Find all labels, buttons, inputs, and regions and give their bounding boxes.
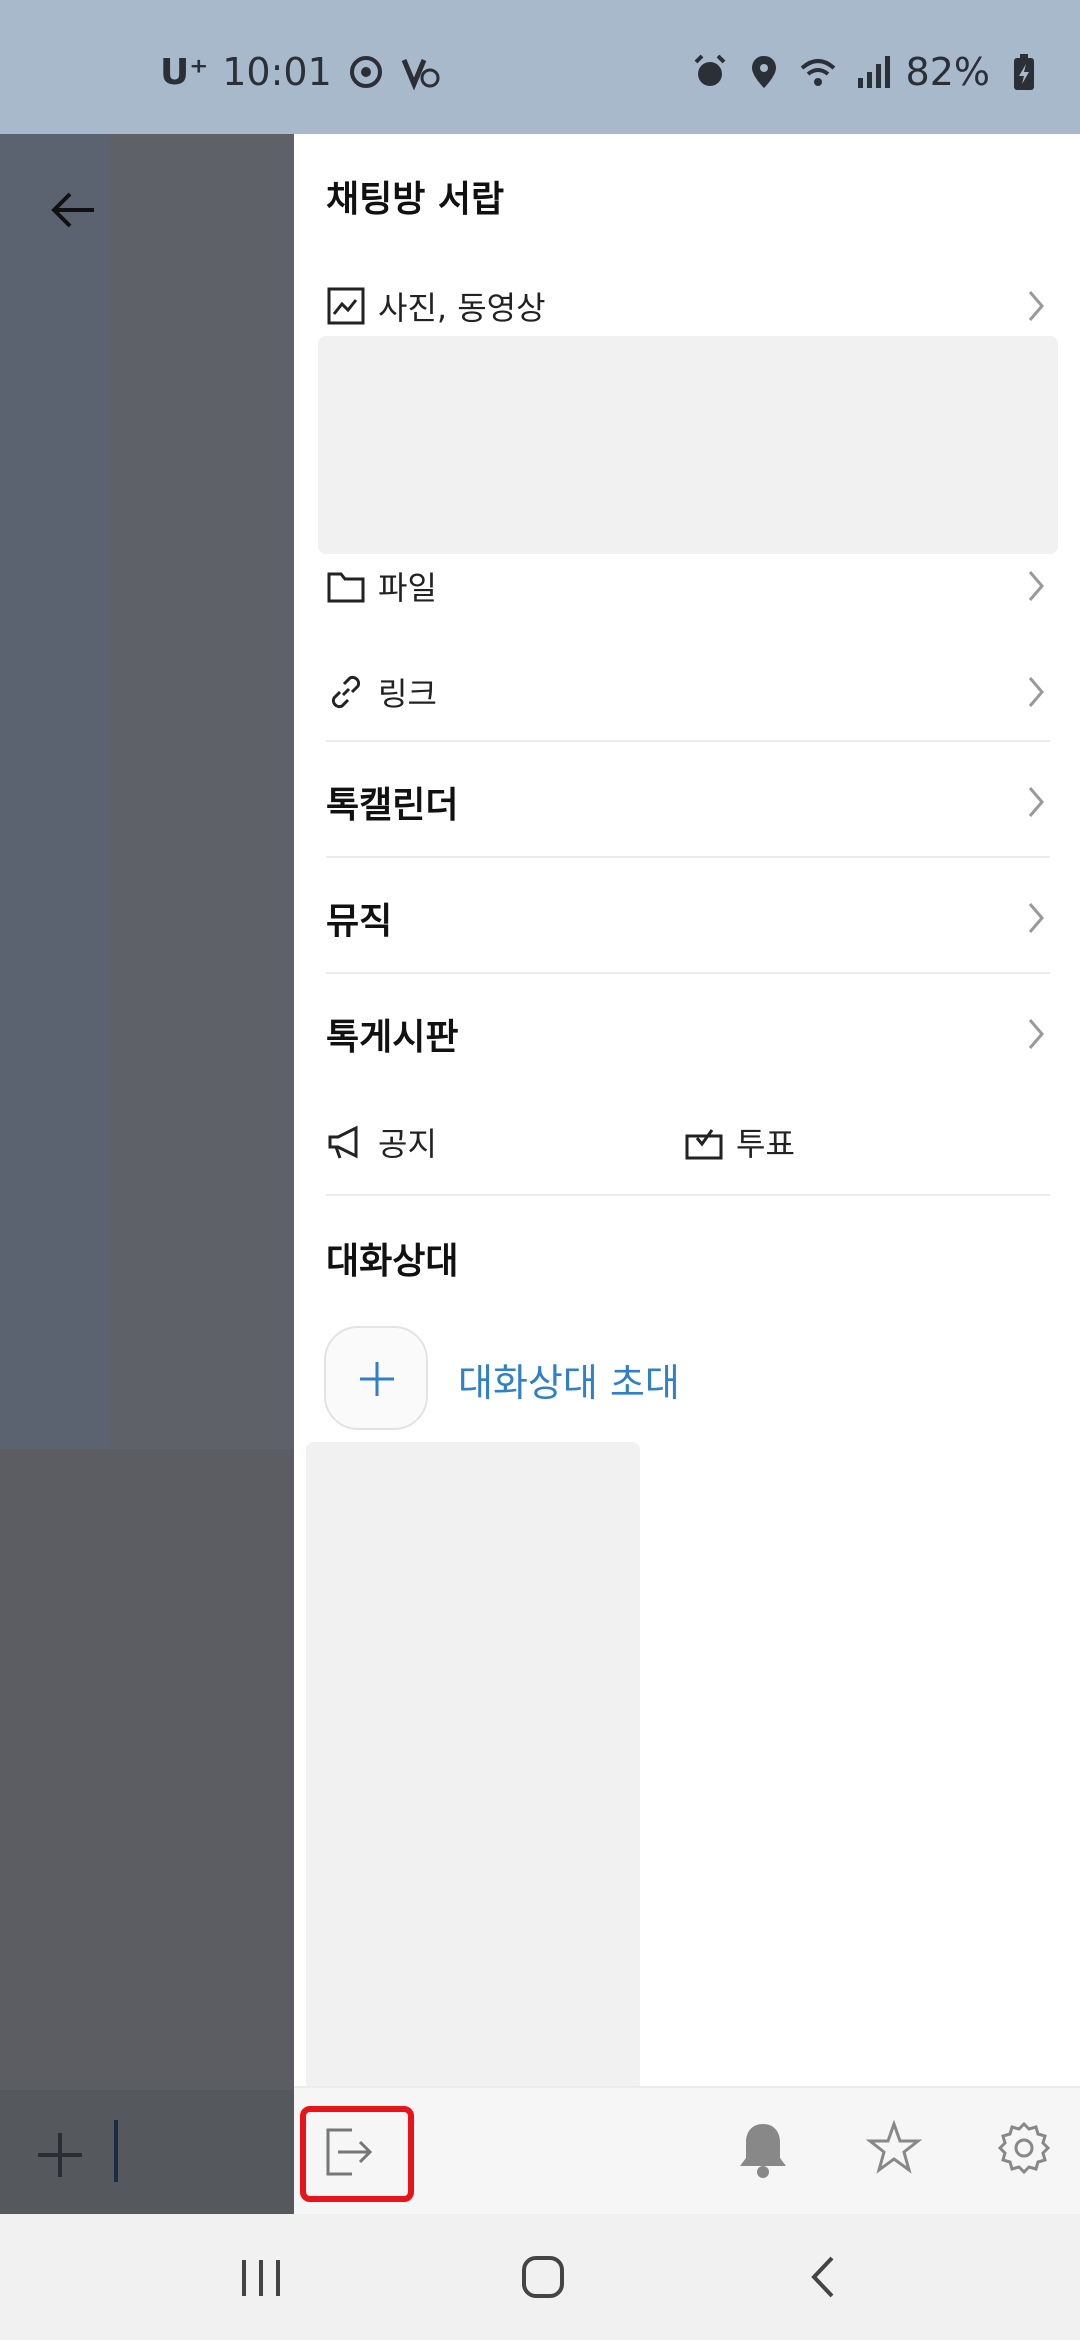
invite-member-button[interactable]	[324, 1326, 428, 1430]
chat-background-stripe	[110, 134, 294, 1449]
photos-videos-label: 사진, 동영상	[378, 289, 546, 327]
back-arrow-icon[interactable]	[44, 180, 104, 240]
megaphone-icon	[328, 1125, 358, 1159]
ballot-icon	[685, 1129, 723, 1160]
talk-board-label: 톡게시판	[326, 1017, 459, 1058]
chevron-right-icon	[1028, 1019, 1044, 1049]
plus-icon	[360, 1362, 394, 1396]
divider	[326, 856, 1050, 858]
links-row[interactable]: 링크	[326, 664, 1050, 720]
photos-videos-row[interactable]: 사진, 동영상	[326, 278, 1050, 334]
member-list-placeholder	[306, 1442, 640, 2092]
notification-bell-icon[interactable]	[736, 2120, 790, 2180]
image-icon	[327, 287, 365, 325]
chatroom-drawer: 채팅방 서랍 사진, 동영상 파일 링크 톡캘린더 뮤직 톡게시판 공지 투표	[294, 134, 1080, 2214]
chevron-right-icon	[1028, 291, 1044, 321]
divider	[326, 740, 1050, 742]
attach-plus-icon[interactable]	[30, 2125, 90, 2185]
vote-button[interactable]: 투표	[684, 1114, 795, 1170]
divider	[326, 1194, 1050, 1196]
wifi-icon	[800, 59, 835, 86]
vote-label: 투표	[736, 1125, 795, 1163]
files-label: 파일	[378, 569, 437, 607]
activity-icon	[349, 56, 382, 88]
chevron-right-icon	[1028, 787, 1044, 817]
talk-calendar-label: 톡캘린더	[326, 785, 459, 826]
chevron-right-icon	[1028, 903, 1044, 933]
chevron-right-icon	[1028, 571, 1044, 601]
signal-icon	[857, 56, 890, 88]
carrier-label: U⁺	[160, 51, 209, 93]
battery-percent: 82%	[905, 50, 990, 94]
status-bar: U⁺ 10:01 82%	[0, 0, 1080, 134]
invite-member-label[interactable]: 대화상대 초대	[458, 1352, 680, 1407]
members-heading: 대화상대	[326, 1241, 459, 1282]
home-icon[interactable]	[520, 2254, 566, 2300]
link-icon	[331, 675, 361, 709]
notice-label: 공지	[378, 1125, 437, 1163]
music-row[interactable]: 뮤직	[326, 888, 1050, 948]
divider	[326, 972, 1050, 974]
notice-button[interactable]: 공지	[326, 1114, 437, 1170]
folder-icon	[327, 572, 365, 603]
status-time: 10:01	[222, 50, 332, 94]
chevron-right-icon	[1028, 677, 1044, 707]
media-thumbnail-placeholder[interactable]	[318, 336, 1058, 554]
drawer-title: 채팅방 서랍	[326, 179, 505, 220]
talk-calendar-row[interactable]: 톡캘린더	[326, 772, 1050, 832]
volte-icon	[401, 59, 440, 91]
settings-gear-icon[interactable]	[996, 2120, 1052, 2176]
talk-board-row[interactable]: 톡게시판	[326, 1004, 1050, 1064]
chat-background-overlay[interactable]	[0, 134, 294, 2224]
recent-apps-icon[interactable]	[238, 2256, 284, 2300]
alarm-icon	[694, 54, 725, 86]
location-icon	[751, 56, 776, 88]
text-cursor	[114, 2120, 118, 2182]
files-row[interactable]: 파일	[326, 558, 1050, 614]
favorite-star-icon[interactable]	[866, 2120, 922, 2176]
links-label: 링크	[378, 675, 437, 713]
battery-charging-icon	[1014, 54, 1034, 90]
nav-back-icon[interactable]	[808, 2254, 838, 2300]
exit-chatroom-icon[interactable]	[322, 2124, 378, 2180]
music-label: 뮤직	[326, 901, 393, 942]
